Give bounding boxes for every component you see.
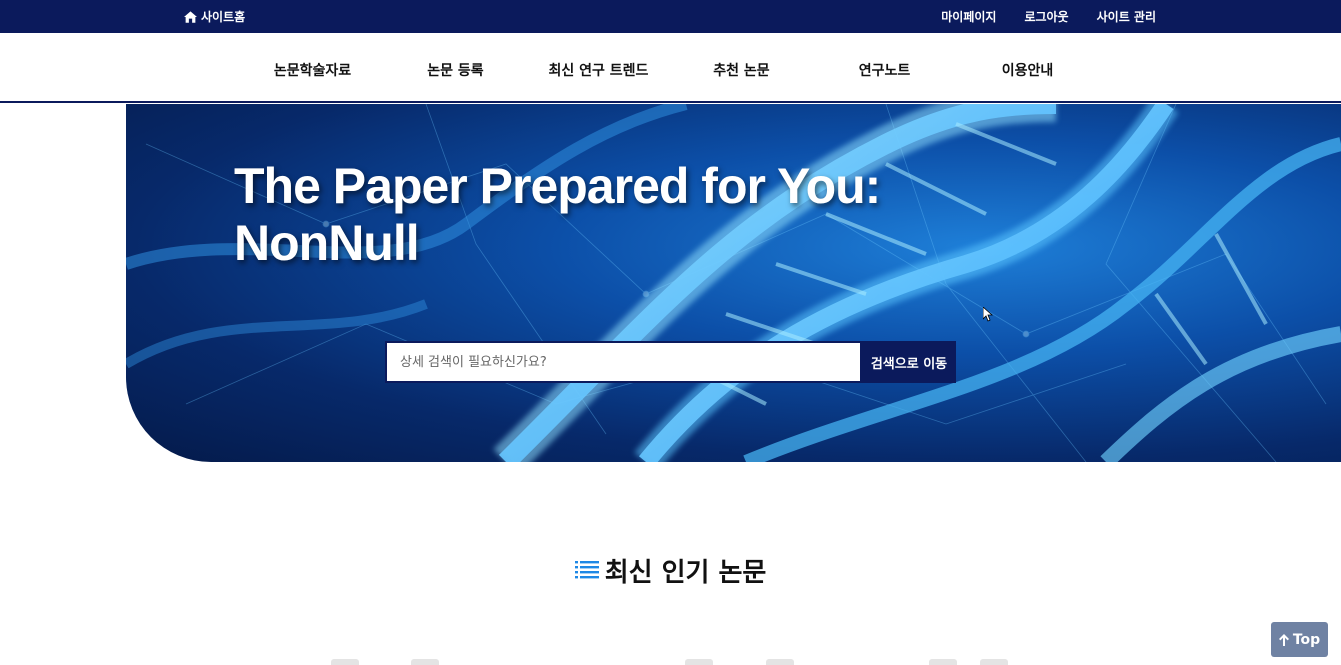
- popular-papers-heading: 최신 인기 논문: [0, 552, 1341, 589]
- hero-title-line-1: The Paper Prepared for You:: [234, 158, 881, 214]
- nav-item-papers[interactable]: 논문학술자료: [241, 60, 384, 80]
- logout-link[interactable]: 로그아웃: [1024, 8, 1068, 25]
- card-peek: [980, 659, 1008, 665]
- card-peek: [929, 659, 957, 665]
- list-icon: [574, 560, 599, 578]
- utility-links: 마이페이지 로그아웃 사이트 관리: [941, 8, 1156, 25]
- mouse-cursor-icon: [983, 307, 993, 322]
- site-home-link[interactable]: 사이트홈: [184, 8, 245, 25]
- card-peek: [685, 659, 713, 665]
- nav-item-register[interactable]: 논문 등록: [384, 60, 527, 80]
- scroll-top-label: Top: [1292, 631, 1321, 648]
- mypage-link[interactable]: 마이페이지: [941, 8, 996, 25]
- home-icon: [184, 10, 197, 23]
- nav-item-trends[interactable]: 최신 연구 트렌드: [527, 60, 670, 80]
- arrow-up-icon: [1278, 633, 1289, 646]
- site-home-label: 사이트홈: [201, 10, 246, 24]
- hero-title-line-2: NonNull: [234, 215, 420, 271]
- site-admin-link[interactable]: 사이트 관리: [1097, 8, 1156, 25]
- nav-item-recommended[interactable]: 추천 논문: [670, 60, 813, 80]
- detail-search-input[interactable]: [385, 341, 862, 383]
- card-peek: [411, 659, 439, 665]
- card-peek: [766, 659, 794, 665]
- section-title: 최신 인기 논문: [604, 558, 767, 588]
- scroll-top-button[interactable]: Top: [1271, 622, 1328, 657]
- main-nav: 논문학술자료 논문 등록 최신 연구 트렌드 추천 논문 연구노트 이용안내: [0, 33, 1341, 103]
- nav-item-guide[interactable]: 이용안내: [956, 60, 1099, 80]
- nav-item-research-notes[interactable]: 연구노트: [813, 60, 956, 80]
- hero-banner: The Paper Prepared for You: NonNull 검색으로…: [126, 104, 1341, 462]
- go-to-search-button[interactable]: 검색으로 이동: [862, 341, 956, 383]
- hero-search: 검색으로 이동: [385, 341, 956, 383]
- hero-title: The Paper Prepared for You: NonNull: [234, 158, 934, 272]
- top-utility-bar: 사이트홈 마이페이지 로그아웃 사이트 관리: [0, 0, 1341, 33]
- card-peek: [331, 659, 359, 665]
